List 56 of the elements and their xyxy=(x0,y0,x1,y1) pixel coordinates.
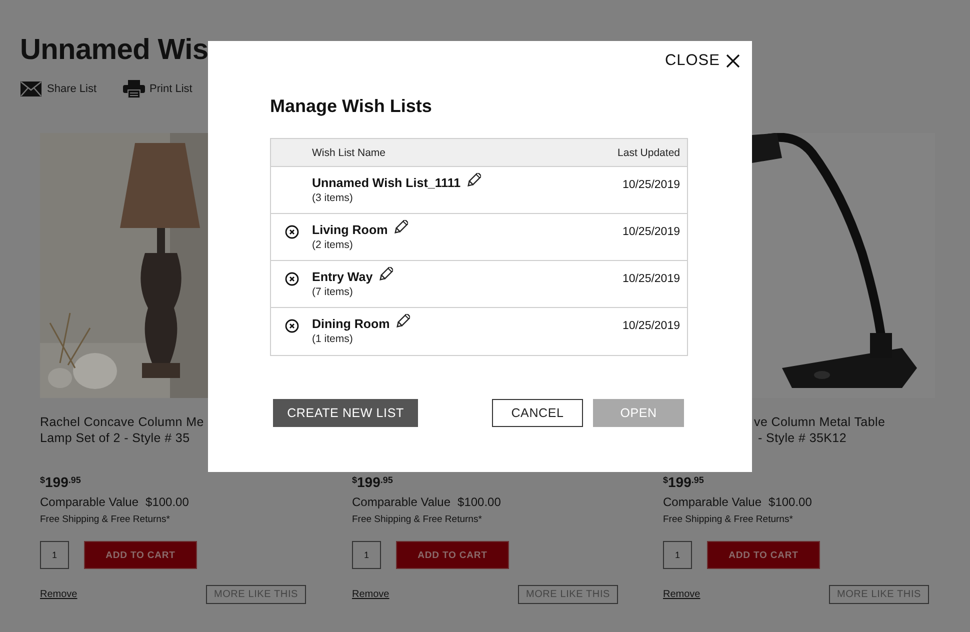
date-text: 10/25/2019 xyxy=(622,319,681,332)
list-name[interactable]: Entry Way xyxy=(312,270,373,284)
quantity-field[interactable]: 1 xyxy=(352,541,381,569)
list-name[interactable]: Unnamed Wish List_1111 xyxy=(312,176,461,190)
product-title[interactable]: Rachel Concave Column Me xyxy=(40,414,204,430)
quantity-field[interactable]: 1 xyxy=(40,541,69,569)
comparable-label: Comparable Value xyxy=(663,495,762,509)
action-link[interactable]: Share List xyxy=(47,83,97,95)
remove-icon[interactable] xyxy=(284,225,298,239)
dialog-title: Manage Wish Lists xyxy=(270,95,432,117)
shipping-note: Free Shipping & Free Returns* xyxy=(352,514,482,526)
remove-link[interactable]: Remove xyxy=(40,589,78,600)
add-to-cart-button[interactable]: ADD TO CART xyxy=(84,541,197,569)
product-title[interactable]: Lamp Set of 2 - Style # 35 xyxy=(40,430,190,446)
pencil-icon[interactable] xyxy=(394,220,408,236)
column-header: Last Updated xyxy=(618,146,681,158)
close-button[interactable]: CLOSE xyxy=(664,52,740,70)
page-title: Unnamed Wis xyxy=(20,33,208,67)
more-like-this-button[interactable]: MORE LIKE THIS xyxy=(518,585,618,604)
more-like-this-button[interactable]: MORE LIKE THIS xyxy=(828,585,929,604)
add-to-cart-button[interactable]: ADD TO CART xyxy=(707,541,820,569)
pencil-icon[interactable] xyxy=(378,266,393,282)
create-list-button[interactable]: CREATE NEW LIST xyxy=(273,399,418,427)
action-link[interactable]: Print List xyxy=(150,83,192,95)
item-count: (7 items) xyxy=(312,286,353,298)
envelope-icon[interactable] xyxy=(20,81,42,97)
shipping-note: Free Shipping & Free Returns* xyxy=(40,514,170,526)
pencil-icon[interactable] xyxy=(466,172,481,188)
comparable-label: Comparable Value xyxy=(352,495,451,509)
more-like-this-button[interactable]: MORE LIKE THIS xyxy=(206,585,306,604)
date-text: 10/25/2019 xyxy=(622,178,681,191)
item-count: (3 items) xyxy=(312,192,353,204)
close-icon[interactable] xyxy=(726,54,740,68)
item-count: (1 items) xyxy=(312,333,353,345)
list-name[interactable]: Dining Room xyxy=(312,317,390,331)
comparable-value: $100.00 xyxy=(146,495,189,509)
printer-icon[interactable] xyxy=(122,80,145,98)
add-to-cart-button[interactable]: ADD TO CART xyxy=(396,541,509,569)
cancel-button[interactable]: CANCEL xyxy=(492,399,583,427)
pencil-icon[interactable] xyxy=(396,314,410,330)
remove-link[interactable]: Remove xyxy=(663,589,700,600)
quantity-field[interactable]: 1 xyxy=(663,541,692,569)
remove-link[interactable]: Remove xyxy=(352,589,390,600)
date-text: 10/25/2019 xyxy=(622,272,681,285)
list-name[interactable]: Living Room xyxy=(312,223,388,237)
shipping-note: Free Shipping & Free Returns* xyxy=(663,514,793,526)
product-title[interactable]: - Style # 35K12 xyxy=(754,430,846,446)
column-header: Wish List Name xyxy=(312,146,387,158)
remove-icon[interactable] xyxy=(284,319,298,333)
comparable-label: Comparable Value xyxy=(40,495,139,509)
comparable-value: $100.00 xyxy=(458,495,501,509)
comparable-value: $100.00 xyxy=(768,495,812,509)
item-count: (2 items) xyxy=(312,239,353,251)
product-title[interactable]: ve Column Metal Table xyxy=(754,414,886,430)
date-text: 10/25/2019 xyxy=(622,225,681,238)
remove-icon[interactable] xyxy=(284,272,298,286)
